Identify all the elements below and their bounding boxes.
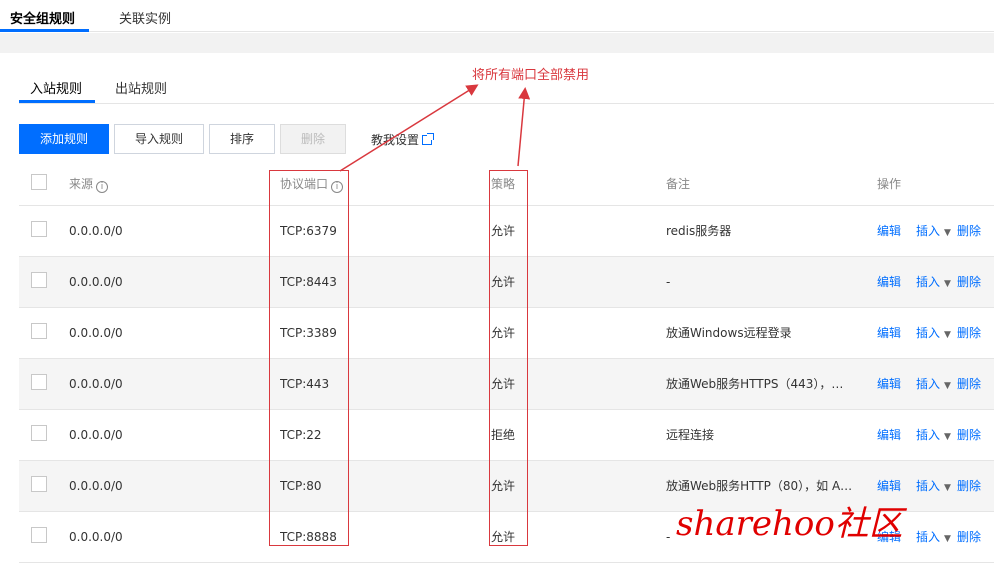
- cell-remark: 放通Web服务HTTP（80），如 A…: [666, 479, 853, 493]
- top-tab-bar: 安全组规则 关联实例: [0, 0, 994, 32]
- external-link-icon: [422, 133, 435, 145]
- active-tab-indicator: [0, 29, 89, 32]
- row-checkbox[interactable]: [31, 374, 47, 390]
- tutorial-link[interactable]: 教我设置: [371, 131, 435, 148]
- tab-inbound-rules[interactable]: 入站规则: [30, 78, 82, 97]
- cell-source: 0.0.0.0/0: [69, 478, 123, 493]
- row-checkbox[interactable]: [31, 476, 47, 492]
- table-row: 0.0.0.0/0 TCP:6379 允许 redis服务器 编辑 插入 ▼ 删除: [19, 205, 994, 256]
- header-policy: 策略: [491, 177, 516, 192]
- delete-link[interactable]: 删除: [957, 530, 981, 544]
- delete-link[interactable]: 删除: [957, 377, 981, 391]
- table-row: 0.0.0.0/0 TCP:3389 允许 放通Windows远程登录 编辑 插入 ▼ 删除: [19, 307, 994, 358]
- insert-link[interactable]: 插入: [916, 275, 940, 289]
- delete-button-disabled: 删除: [280, 124, 346, 154]
- sort-button[interactable]: 排序: [209, 124, 275, 154]
- caret-down-icon[interactable]: ▼: [944, 330, 951, 340]
- insert-link[interactable]: 插入: [916, 428, 940, 442]
- import-rule-button[interactable]: 导入规则: [114, 124, 204, 154]
- delete-link[interactable]: 删除: [957, 479, 981, 493]
- insert-link[interactable]: 插入: [916, 377, 940, 391]
- section-divider: [0, 33, 994, 53]
- cell-policy: 拒绝: [491, 428, 516, 442]
- edit-link[interactable]: 编辑: [877, 275, 901, 289]
- cell-protocol-port: TCP:8888: [280, 529, 337, 544]
- select-all-checkbox[interactable]: [31, 174, 47, 191]
- table-row: 0.0.0.0/0 TCP:8443 允许 - 编辑 插入 ▼ 删除: [19, 256, 994, 307]
- cell-source: 0.0.0.0/0: [69, 529, 123, 544]
- header-remark: 备注: [666, 177, 691, 192]
- edit-link[interactable]: 编辑: [877, 479, 901, 493]
- cell-source: 0.0.0.0/0: [69, 223, 123, 238]
- edit-link[interactable]: 编辑: [877, 428, 901, 442]
- caret-down-icon[interactable]: ▼: [944, 228, 951, 238]
- cell-policy: 允许: [491, 326, 516, 340]
- insert-link[interactable]: 插入: [916, 479, 940, 493]
- insert-link[interactable]: 插入: [916, 530, 940, 544]
- table-header-row: 来源 i 协议端口 i 策略 备注 操作: [19, 163, 994, 205]
- cell-remark: 远程连接: [666, 428, 715, 442]
- info-icon[interactable]: i: [331, 180, 344, 193]
- cell-protocol-port: TCP:3389: [280, 325, 337, 340]
- tab-security-group-rules[interactable]: 安全组规则: [10, 8, 75, 27]
- row-checkbox[interactable]: [31, 272, 47, 288]
- edit-link[interactable]: 编辑: [877, 377, 901, 391]
- annotation-text: 将所有端口全部禁用: [472, 68, 590, 83]
- header-protocol-port: 协议端口: [280, 176, 329, 191]
- cell-source: 0.0.0.0/0: [69, 325, 123, 340]
- cell-policy: 允许: [491, 275, 516, 289]
- cell-policy: 允许: [491, 479, 516, 493]
- watermark: sharehoo社区: [676, 504, 903, 544]
- cell-protocol-port: TCP:6379: [280, 223, 337, 238]
- active-subtab-indicator: [19, 100, 95, 103]
- table-row: 0.0.0.0/0 TCP:22 拒绝 远程连接 编辑 插入 ▼ 删除: [19, 409, 994, 460]
- cell-policy: 允许: [491, 530, 516, 544]
- cell-source: 0.0.0.0/0: [69, 376, 123, 391]
- row-checkbox[interactable]: [31, 221, 47, 237]
- delete-link[interactable]: 删除: [957, 428, 981, 442]
- edit-link[interactable]: 编辑: [877, 326, 901, 340]
- caret-down-icon[interactable]: ▼: [944, 279, 951, 289]
- cell-protocol-port: TCP:443: [280, 376, 330, 391]
- cell-policy: 允许: [491, 224, 516, 238]
- cell-policy: 允许: [491, 377, 516, 391]
- cell-protocol-port: TCP:8443: [280, 274, 337, 289]
- insert-link[interactable]: 插入: [916, 326, 940, 340]
- caret-down-icon[interactable]: ▼: [944, 432, 951, 442]
- caret-down-icon[interactable]: ▼: [944, 534, 951, 544]
- cell-protocol-port: TCP:22: [280, 427, 322, 442]
- table-row: 0.0.0.0/0 TCP:443 允许 放通Web服务HTTPS（443），… 编辑 插…: [19, 358, 994, 409]
- row-checkbox[interactable]: [31, 425, 47, 441]
- delete-link[interactable]: 删除: [957, 275, 981, 289]
- tutorial-link-label: 教我设置: [371, 133, 420, 147]
- cell-source: 0.0.0.0/0: [69, 274, 123, 289]
- cell-remark: 放通Web服务HTTPS（443），…: [666, 377, 844, 391]
- add-rule-button[interactable]: 添加规则: [19, 124, 109, 154]
- insert-link[interactable]: 插入: [916, 224, 940, 238]
- cell-source: 0.0.0.0/0: [69, 427, 123, 442]
- edit-link[interactable]: 编辑: [877, 224, 901, 238]
- row-checkbox[interactable]: [31, 527, 47, 543]
- header-operation: 操作: [877, 177, 902, 192]
- tab-outbound-rules[interactable]: 出站规则: [115, 78, 167, 97]
- cell-remark: -: [666, 274, 671, 289]
- cell-remark: -: [666, 529, 671, 544]
- header-source: 来源: [69, 176, 94, 191]
- row-checkbox[interactable]: [31, 323, 47, 339]
- tab-linked-instances[interactable]: 关联实例: [119, 8, 171, 27]
- info-icon[interactable]: i: [96, 180, 109, 193]
- caret-down-icon[interactable]: ▼: [944, 483, 951, 493]
- caret-down-icon[interactable]: ▼: [944, 381, 951, 391]
- cell-remark: 放通Windows远程登录: [666, 326, 792, 340]
- delete-link[interactable]: 删除: [957, 224, 981, 238]
- delete-link[interactable]: 删除: [957, 326, 981, 340]
- cell-protocol-port: TCP:80: [280, 478, 322, 493]
- cell-remark: redis服务器: [666, 224, 732, 238]
